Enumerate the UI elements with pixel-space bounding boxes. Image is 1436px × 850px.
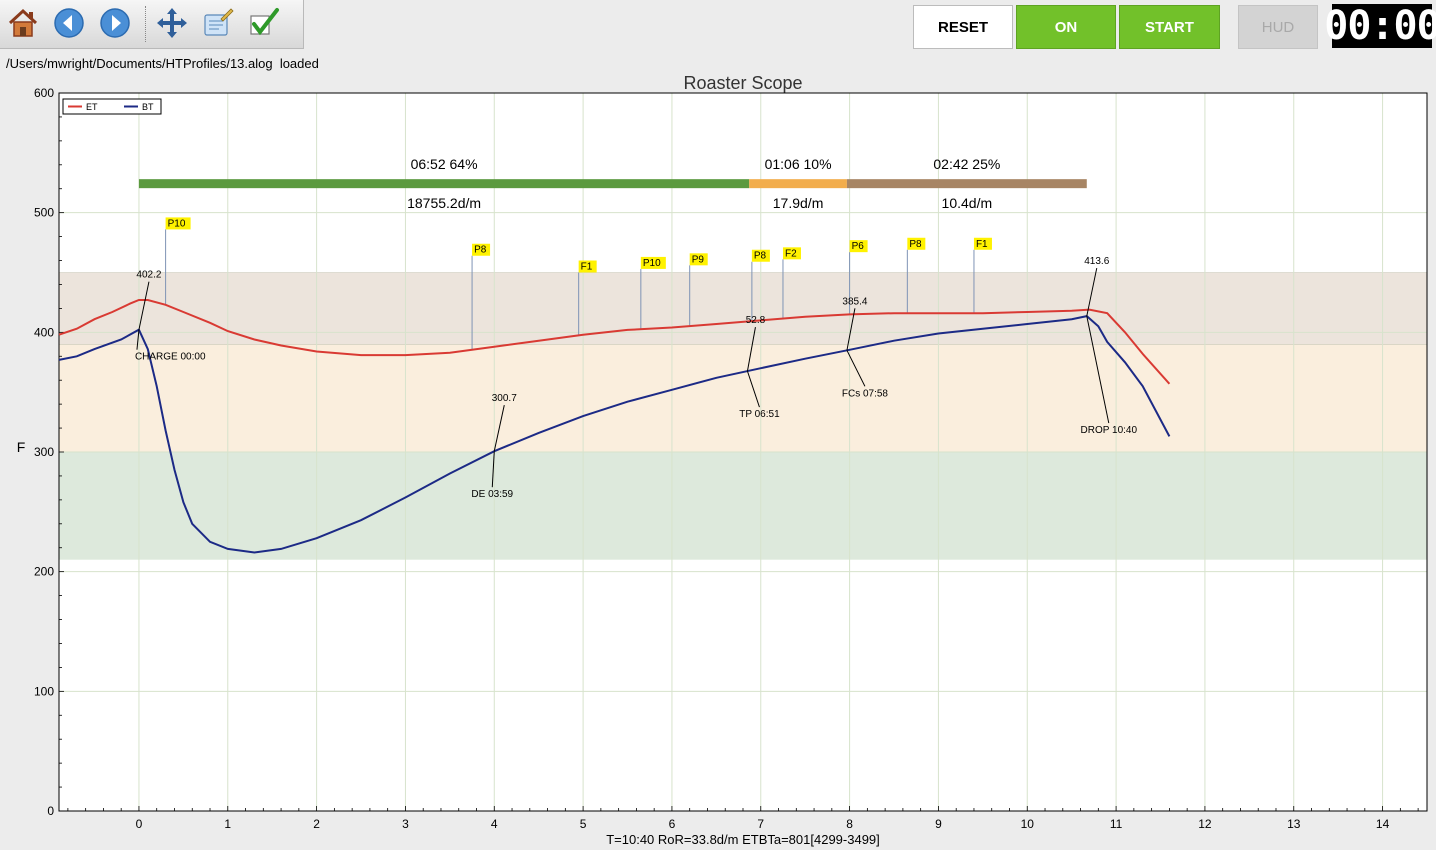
plot-area: 0 1 2 3 4 5 6 7 8 9 10 11 12 13 1401002003004005006000…: [34, 86, 1428, 831]
event-name-label: FCs 07:58: [842, 388, 889, 399]
temperature-band: [59, 272, 1427, 345]
x-tick-label: 14: [1376, 817, 1390, 831]
x-tick-label: 5: [580, 817, 587, 831]
x-tick-label: 0: [136, 817, 143, 831]
x-tick-label: 4: [491, 817, 498, 831]
phase-bar-segment: [749, 179, 847, 189]
phase-time-label: 02:42 25%: [933, 156, 1000, 172]
y-tick-label: 300: [34, 445, 54, 459]
temperature-band: [59, 344, 1427, 452]
phase-bar-segment: [846, 179, 1087, 189]
forward-arrow-icon[interactable]: [98, 6, 132, 40]
start-button[interactable]: START: [1119, 5, 1220, 49]
x-tick-label: 7: [757, 817, 764, 831]
phase-ror-label: 18755.2d/m: [407, 195, 481, 211]
event-flag-label: P8: [754, 251, 767, 262]
legend-label: BT: [142, 102, 154, 112]
event-value-label: 385.4: [842, 296, 867, 307]
move-crosshair-icon[interactable]: [155, 6, 189, 40]
x-tick-label: 12: [1198, 817, 1212, 831]
x-tick-label: 2: [313, 817, 320, 831]
edit-notes-icon[interactable]: [201, 6, 235, 40]
x-tick-label: 8: [846, 817, 853, 831]
toolbar-separator: [145, 6, 147, 42]
on-button[interactable]: ON: [1016, 5, 1116, 49]
event-flag-label: P6: [852, 241, 865, 252]
y-tick-label: 0: [47, 804, 54, 818]
x-tick-label: 6: [669, 817, 676, 831]
event-value-label: 402.2: [136, 270, 161, 281]
x-tick-label: 13: [1287, 817, 1301, 831]
reset-button[interactable]: RESET: [913, 5, 1013, 49]
event-flag-label: F1: [581, 262, 593, 273]
timer-display: 00:00: [1324, 3, 1436, 49]
footer-readout: T=10:40 RoR=33.8d/m ETBTa=801[4299-3499]: [606, 832, 880, 847]
event-flag-label: P8: [909, 239, 922, 250]
event-flag-label: P10: [643, 258, 661, 269]
y-tick-label: 500: [34, 206, 54, 220]
phase-ror-label: 17.9d/m: [773, 195, 824, 211]
phase-ror-label: 10.4d/m: [942, 195, 993, 211]
legend-label: ET: [86, 102, 98, 112]
event-name-label: TP 06:51: [739, 409, 780, 420]
y-axis-label: F: [17, 439, 26, 455]
x-tick-label: 10: [1021, 817, 1035, 831]
event-name-label: DROP 10:40: [1081, 425, 1138, 436]
event-flag-label: P10: [168, 218, 186, 229]
x-tick-label: 9: [935, 817, 942, 831]
hud-button[interactable]: HUD: [1238, 5, 1318, 49]
event-value-label: 413.6: [1084, 256, 1109, 267]
y-tick-label: 200: [34, 565, 54, 579]
checkmark-icon[interactable]: [247, 6, 281, 40]
event-name-label: CHARGE 00:00: [135, 352, 206, 363]
chart-title: Roaster Scope: [683, 73, 802, 93]
event-flag-label: F1: [976, 239, 988, 250]
phase-bar-segment: [138, 179, 750, 189]
x-tick-label: 11: [1110, 817, 1123, 831]
event-value-label: 52.8: [746, 315, 766, 326]
phase-time-label: 01:06 10%: [765, 156, 832, 172]
event-flag-label: P8: [474, 245, 487, 256]
phase-time-label: 06:52 64%: [411, 156, 478, 172]
temperature-band: [59, 452, 1427, 560]
y-tick-label: 400: [34, 325, 54, 339]
event-flag-label: F2: [785, 248, 797, 259]
y-tick-label: 100: [34, 684, 54, 698]
event-value-label: 300.7: [492, 393, 517, 404]
x-tick-label: 1: [224, 817, 231, 831]
y-tick-label: 600: [34, 86, 54, 100]
event-flag-label: P9: [692, 254, 705, 265]
event-name-label: DE 03:59: [471, 489, 513, 500]
home-icon[interactable]: [6, 6, 40, 40]
back-arrow-icon[interactable]: [52, 6, 86, 40]
roast-chart[interactable]: Roaster Scope F T=10:40 RoR=33.8d/m ETBT…: [0, 66, 1436, 850]
x-tick-label: 3: [402, 817, 409, 831]
main-toolbar: [0, 0, 304, 49]
